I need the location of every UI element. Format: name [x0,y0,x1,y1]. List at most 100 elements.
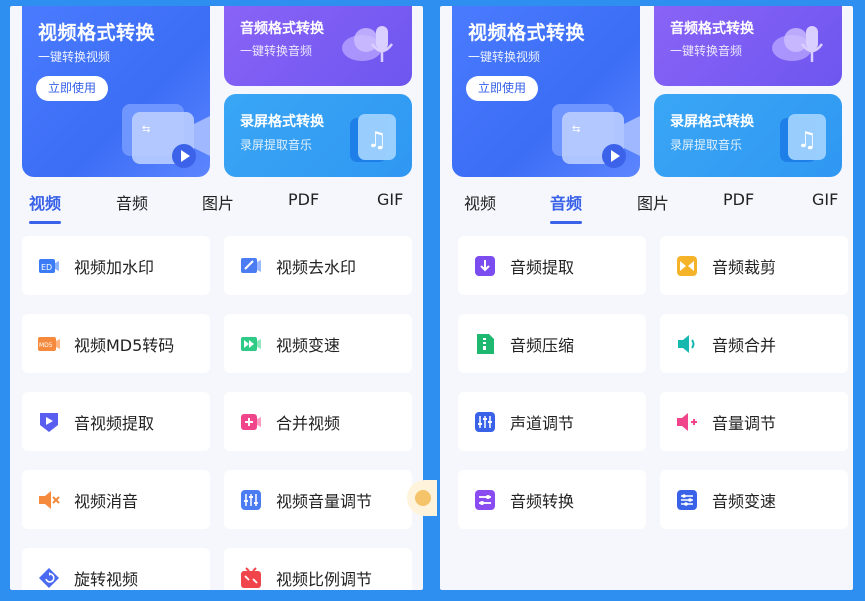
tab-gif[interactable]: GIF [812,190,838,209]
tab-image[interactable]: 图片 [202,190,234,214]
tool-label: 视频消音 [74,492,139,511]
video-watermark-icon: ED [39,259,59,273]
banner-title: 视频格式转换 [468,22,586,44]
av-extract-icon [40,413,58,432]
use-now-button[interactable]: 立即使用 [36,76,108,101]
tool-label: 合并视频 [276,414,341,433]
video-ratio-icon [241,567,261,588]
banner-subtitle: 一键转换音频 [670,44,743,58]
audio-speed-icon [677,490,697,510]
banner-subtitle: 录屏提取音乐 [670,138,743,152]
tab-audio[interactable]: 音频 [116,190,148,214]
tool-item[interactable]: 音量调节 [660,392,848,451]
audio-convert-banner[interactable]: 音频格式转换 一键转换音频 [654,6,842,86]
audio-convert-icon [475,490,495,510]
floating-gift-button[interactable] [407,480,437,516]
tool-label: 声道调节 [510,414,575,433]
tool-item[interactable]: 视频消音 [22,470,210,529]
tool-label: 音频合并 [712,336,777,355]
tool-label: 音频裁剪 [712,258,777,277]
tab-pdf[interactable]: PDF [288,190,319,209]
tool-item[interactable]: 声道调节 [458,392,646,451]
tool-item[interactable]: 视频音量调节 [224,470,412,529]
tool-item[interactable]: 视频变速 [224,314,412,373]
tool-label: 视频去水印 [276,258,357,277]
svg-text:MD5: MD5 [39,342,53,349]
screen-record-convert-banner[interactable]: 录屏格式转换 录屏提取音乐 ♫ [224,94,412,177]
tab-pdf[interactable]: PDF [723,190,754,209]
tab-video[interactable]: 视频 [29,190,62,224]
tool-item[interactable]: 旋转视频 [22,548,210,590]
banner-title: 音频格式转换 [240,21,324,37]
use-now-button[interactable]: 立即使用 [466,76,538,101]
svg-text:ED: ED [41,263,52,272]
tool-item[interactable]: 视频去水印 [224,236,412,295]
cloud-microphone-icon [342,26,394,62]
video-speed-icon [241,337,261,351]
tool-item[interactable]: 合并视频 [224,392,412,451]
audio-merge-icon [678,335,695,353]
screen-record-convert-banner[interactable]: 录屏格式转换 录屏提取音乐 ♫ [654,94,842,177]
tool-item[interactable]: 音频裁剪 [660,236,848,295]
tool-item[interactable]: 音频合并 [660,314,848,373]
tool-label: 音量调节 [712,414,777,433]
mute-video-icon [39,491,60,509]
svg-text:⇆: ⇆ [142,124,150,135]
tool-label: 视频比例调节 [276,570,373,589]
svg-text:♫: ♫ [367,128,387,153]
tool-label: 音频转换 [510,492,575,511]
banner-subtitle: 一键转换音频 [240,44,313,58]
tool-item[interactable]: 音频变速 [660,470,848,529]
tab-image[interactable]: 图片 [637,190,669,214]
audio-convert-banner[interactable]: 音频格式转换 一键转换音频 [224,6,412,86]
md5-transcode-icon: MD5 [38,337,60,351]
video-convert-banner[interactable]: 视频格式转换 一键转换视频 立即使用 ⇆ [22,6,210,177]
svg-text:♫: ♫ [797,128,817,153]
tool-label: 音频变速 [712,492,777,511]
tool-label: 视频音量调节 [276,492,373,511]
banner-subtitle: 一键转换视频 [38,50,111,64]
tool-label: 旋转视频 [74,570,139,589]
rotate-video-icon [39,568,59,588]
audio-trim-icon [677,256,697,276]
tab-video[interactable]: 视频 [464,190,496,214]
tool-item[interactable]: 音频提取 [458,236,646,295]
video-camera-icon: ⇆ [122,104,210,168]
tool-item[interactable]: ED 视频加水印 [22,236,210,295]
category-tabs: 视频 音频 图片 PDF GIF [10,190,423,230]
banner-title: 录屏格式转换 [240,114,324,130]
left-panel: 视频格式转换 一键转换视频 立即使用 ⇆ 音频格式转换 一键转换音频 录屏格式转… [10,6,423,590]
tool-label: 音频压缩 [510,336,575,355]
music-file-icon: ♫ [780,114,826,162]
tool-item[interactable]: 视频比例调节 [224,548,412,590]
tool-item[interactable]: 音频转换 [458,470,646,529]
remove-watermark-icon [241,258,261,273]
banner-title: 音频格式转换 [670,21,754,37]
music-file-icon: ♫ [350,114,396,162]
banner-title: 录屏格式转换 [670,114,754,130]
tool-label: 视频加水印 [74,258,155,277]
tool-item[interactable]: MD5 视频MD5转码 [22,314,210,373]
tool-item[interactable]: 音视频提取 [22,392,210,451]
volume-adjust-icon [677,413,697,431]
audio-extract-icon [475,256,495,276]
svg-text:⇆: ⇆ [572,124,580,135]
merge-video-icon [241,414,261,430]
tool-label: 音视频提取 [74,414,155,433]
tool-item[interactable]: 音频压缩 [458,314,646,373]
gift-icon [415,490,431,506]
video-convert-banner[interactable]: 视频格式转换 一键转换视频 立即使用 ⇆ [452,6,640,177]
category-tabs: 视频 音频 图片 PDF GIF [440,190,853,230]
banner-subtitle: 一键转换视频 [468,50,541,64]
cloud-microphone-icon [772,26,824,62]
tool-label: 音频提取 [510,258,575,277]
tool-label: 视频MD5转码 [74,336,175,355]
video-camera-icon: ⇆ [552,104,640,168]
audio-compress-icon [477,334,494,354]
right-panel: 视频格式转换 一键转换视频 立即使用 ⇆ 音频格式转换 一键转换音频 录屏格式转… [440,6,853,590]
tab-gif[interactable]: GIF [377,190,403,209]
tab-audio[interactable]: 音频 [550,190,583,224]
video-volume-icon [241,490,261,510]
tool-label: 视频变速 [276,336,341,355]
banner-subtitle: 录屏提取音乐 [240,138,313,152]
